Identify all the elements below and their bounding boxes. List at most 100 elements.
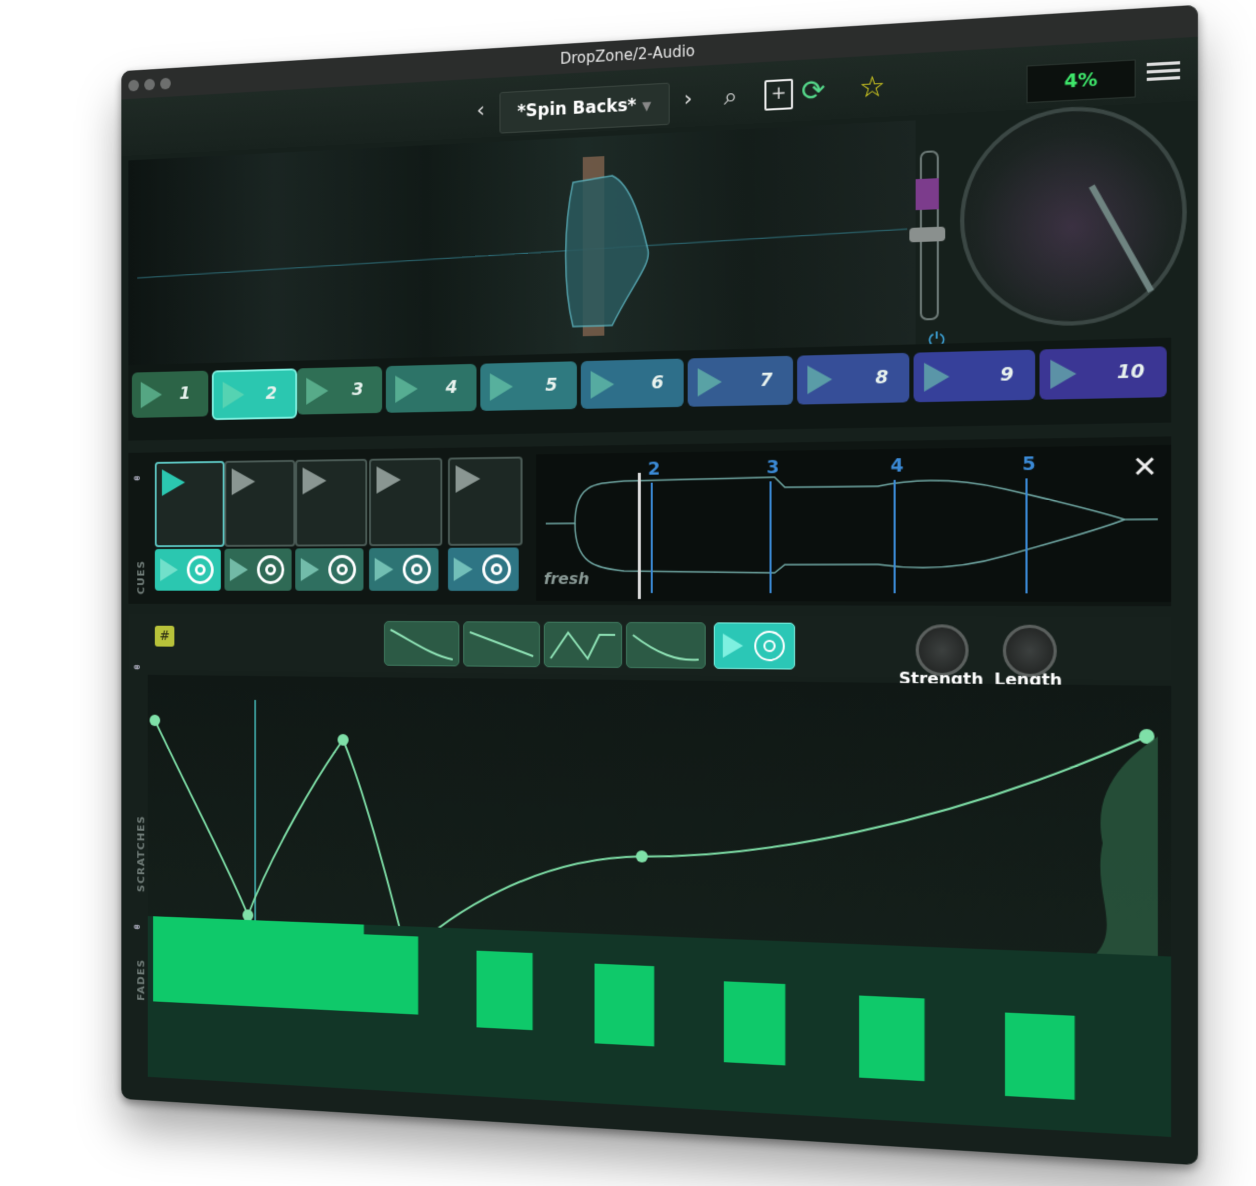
pad-9[interactable]: 9 xyxy=(913,349,1036,403)
scratch-shape-4[interactable] xyxy=(626,621,706,669)
cue-marker-3[interactable]: 3 xyxy=(766,457,779,479)
star-icon[interactable]: ☆ xyxy=(859,69,885,104)
pad-2[interactable]: 2 xyxy=(211,368,298,421)
target-icon xyxy=(186,555,214,585)
cue-trigger-1[interactable] xyxy=(154,548,221,591)
shape-5-play xyxy=(722,623,794,668)
pad-8[interactable]: 8 xyxy=(797,352,910,405)
refresh-icon[interactable]: ⟳ xyxy=(801,73,825,108)
cue-trigger-5[interactable] xyxy=(447,547,519,591)
play-icon xyxy=(697,367,722,397)
pad-6[interactable]: 6 xyxy=(580,358,684,409)
play-icon xyxy=(489,372,513,401)
play-icon xyxy=(453,557,473,582)
chevron-down-icon: ▼ xyxy=(642,98,652,114)
pad-1[interactable]: 1 xyxy=(131,370,209,418)
scratch-shape-3[interactable] xyxy=(543,621,623,668)
fade-step[interactable] xyxy=(363,934,419,1015)
fade-step[interactable] xyxy=(204,918,258,1007)
add-preset-icon[interactable]: + xyxy=(764,78,794,111)
pad-number: 2 xyxy=(265,383,277,404)
waveform-overview[interactable] xyxy=(128,120,916,368)
pad-number: 6 xyxy=(651,372,664,394)
fade-step[interactable] xyxy=(859,995,926,1082)
cue-trigger-4[interactable] xyxy=(369,547,439,591)
play-icon xyxy=(229,558,248,582)
pad-number: 5 xyxy=(545,374,558,396)
pad-number: 4 xyxy=(445,377,458,398)
grid-icon[interactable]: # xyxy=(154,625,175,647)
scratch-shape-5[interactable] xyxy=(713,622,796,670)
fades-link-icon[interactable]: ⚭ xyxy=(132,920,146,936)
cue-marker-2[interactable]: 2 xyxy=(648,459,660,480)
preset-name[interactable]: *Spin Backs* ▼ xyxy=(499,82,670,134)
fade-step[interactable] xyxy=(256,920,311,1010)
fades-label: FADES xyxy=(135,958,147,1002)
play-icon xyxy=(807,365,833,395)
cue-trigger-3[interactable] xyxy=(295,548,364,591)
play-icon xyxy=(140,381,162,409)
pad-number: 8 xyxy=(875,366,889,389)
scratch-shape-1[interactable] xyxy=(383,620,460,667)
link-icon[interactable]: ⚭ xyxy=(132,472,146,487)
pad-number: 9 xyxy=(1000,363,1014,386)
play-icon xyxy=(374,557,394,582)
pad-10[interactable]: 10 xyxy=(1039,346,1167,400)
fade-step[interactable] xyxy=(1004,1012,1076,1100)
fade-step[interactable] xyxy=(309,922,365,1012)
cue-trigger-2[interactable] xyxy=(224,548,292,591)
pad-number: 10 xyxy=(1116,360,1145,384)
turntable-platter[interactable] xyxy=(960,101,1187,329)
shape-1-curve xyxy=(385,622,459,665)
search-icon[interactable]: ⌕ xyxy=(724,82,738,111)
previous-preset-button[interactable]: ‹ xyxy=(477,98,485,123)
shape-3-curve xyxy=(545,623,621,667)
next-preset-button[interactable]: › xyxy=(684,86,693,112)
pitch-slider[interactable] xyxy=(909,150,946,321)
pitch-slider-handle[interactable] xyxy=(909,226,946,243)
cpu-meter: 4% xyxy=(1026,59,1136,104)
pitch-range xyxy=(915,178,939,211)
fade-step[interactable] xyxy=(723,981,786,1066)
shape-2-curve xyxy=(464,622,539,666)
plugin-window: DropZone/2-Audio ⏻ ϟ ∿ ‹ *Spin Backs* ▼ … xyxy=(121,4,1198,1166)
pad-4[interactable]: 4 xyxy=(385,363,477,413)
pad-number: 7 xyxy=(759,369,773,392)
play-icon xyxy=(306,377,329,405)
cue-waveform-svg xyxy=(536,445,1171,600)
play-icon xyxy=(231,468,256,496)
fade-step[interactable] xyxy=(594,963,655,1047)
pad-7[interactable]: 7 xyxy=(687,355,794,407)
fade-step[interactable] xyxy=(153,916,206,1005)
target-icon xyxy=(328,554,357,585)
cue-slot-5[interactable] xyxy=(447,456,523,546)
cue-slot-4[interactable] xyxy=(369,457,443,547)
pad-5[interactable]: 5 xyxy=(480,361,577,411)
cue-slot-3[interactable] xyxy=(295,458,368,547)
pad-number: 1 xyxy=(179,383,191,404)
cue-marker-4[interactable]: 4 xyxy=(890,455,903,477)
play-icon xyxy=(590,370,615,399)
scratches-label: SCRATCHES xyxy=(135,815,147,893)
preset-label: *Spin Backs* xyxy=(517,95,637,122)
close-icon[interactable]: ✕ xyxy=(1132,449,1158,484)
play-icon xyxy=(161,469,186,496)
target-icon xyxy=(402,554,431,585)
fade-step[interactable] xyxy=(476,950,534,1031)
pad-3[interactable]: 3 xyxy=(297,366,383,415)
menu-icon[interactable] xyxy=(1146,57,1181,91)
cue-marker-5[interactable]: 5 xyxy=(1022,453,1036,475)
cue-slot-1[interactable] xyxy=(154,460,225,548)
play-icon xyxy=(302,467,327,495)
play-icon xyxy=(222,381,245,409)
tonearm xyxy=(1088,184,1155,293)
pad-number: 3 xyxy=(351,379,364,400)
target-icon xyxy=(482,554,512,585)
cue-waveform[interactable]: 2 3 4 5 fresh ✕ xyxy=(536,444,1172,602)
cue-slot-2[interactable] xyxy=(224,459,296,547)
scratch-shape-2[interactable] xyxy=(463,621,540,668)
play-icon xyxy=(160,558,178,582)
play-icon xyxy=(395,375,418,403)
play-icon xyxy=(300,557,320,582)
scratch-link-icon[interactable]: ⚭ xyxy=(132,661,146,676)
